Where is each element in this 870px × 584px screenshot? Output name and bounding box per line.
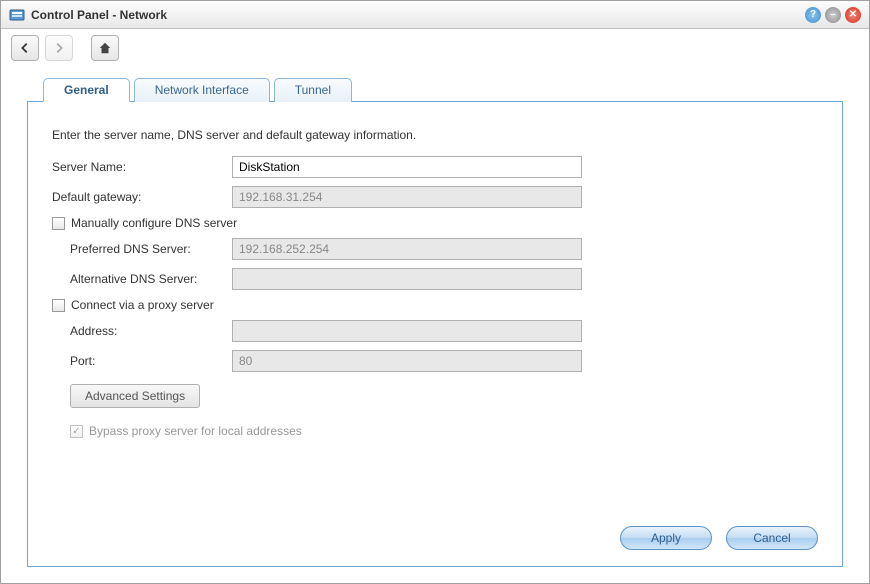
arrow-left-icon	[18, 41, 32, 55]
window-controls: ? – ✕	[805, 7, 861, 23]
window-title: Control Panel - Network	[31, 8, 805, 22]
bypass-label: Bypass proxy server for local addresses	[89, 424, 302, 438]
back-button[interactable]	[11, 35, 39, 61]
home-button[interactable]	[91, 35, 119, 61]
row-default-gateway: Default gateway:	[52, 186, 818, 208]
proxy-checkbox[interactable]	[52, 299, 65, 312]
server-name-label: Server Name:	[52, 160, 232, 174]
window: Control Panel - Network ? – ✕ General Ne…	[0, 0, 870, 584]
tab-strip: General Network Interface Tunnel	[27, 77, 843, 101]
preferred-dns-input	[232, 238, 582, 260]
default-gateway-input	[232, 186, 582, 208]
forward-button[interactable]	[45, 35, 73, 61]
row-bypass: Bypass proxy server for local addresses	[70, 424, 818, 438]
cancel-button[interactable]: Cancel	[726, 526, 818, 550]
alt-dns-input	[232, 268, 582, 290]
preferred-dns-label: Preferred DNS Server:	[70, 242, 232, 256]
nav-toolbar	[1, 29, 869, 67]
content: General Network Interface Tunnel Enter t…	[1, 67, 869, 583]
footer: Apply Cancel	[52, 514, 818, 550]
row-manual-dns: Manually configure DNS server	[52, 216, 818, 230]
panel-body: Enter the server name, DNS server and de…	[52, 128, 818, 514]
close-icon[interactable]: ✕	[845, 7, 861, 23]
row-proxy: Connect via a proxy server	[52, 298, 818, 312]
home-icon	[98, 41, 112, 55]
tab-network-interface[interactable]: Network Interface	[134, 78, 270, 102]
tab-tunnel[interactable]: Tunnel	[274, 78, 352, 102]
server-name-input[interactable]	[232, 156, 582, 178]
row-preferred-dns: Preferred DNS Server:	[52, 238, 818, 260]
tab-general[interactable]: General	[43, 78, 130, 102]
proxy-address-input	[232, 320, 582, 342]
panel-general: Enter the server name, DNS server and de…	[27, 101, 843, 567]
row-server-name: Server Name:	[52, 156, 818, 178]
row-proxy-address: Address:	[52, 320, 818, 342]
proxy-label: Connect via a proxy server	[71, 298, 214, 312]
app-icon	[9, 7, 25, 23]
apply-button[interactable]: Apply	[620, 526, 712, 550]
proxy-port-input	[232, 350, 582, 372]
default-gateway-label: Default gateway:	[52, 190, 232, 204]
advanced-settings-button[interactable]: Advanced Settings	[70, 384, 200, 408]
row-proxy-port: Port:	[52, 350, 818, 372]
row-alt-dns: Alternative DNS Server:	[52, 268, 818, 290]
titlebar: Control Panel - Network ? – ✕	[1, 1, 869, 29]
arrow-right-icon	[52, 41, 66, 55]
proxy-port-label: Port:	[70, 354, 232, 368]
panel-description: Enter the server name, DNS server and de…	[52, 128, 818, 142]
minimize-icon[interactable]: –	[825, 7, 841, 23]
manual-dns-checkbox[interactable]	[52, 217, 65, 230]
proxy-address-label: Address:	[70, 324, 232, 338]
manual-dns-label: Manually configure DNS server	[71, 216, 237, 230]
help-icon[interactable]: ?	[805, 7, 821, 23]
alt-dns-label: Alternative DNS Server:	[70, 272, 232, 286]
bypass-checkbox	[70, 425, 83, 438]
